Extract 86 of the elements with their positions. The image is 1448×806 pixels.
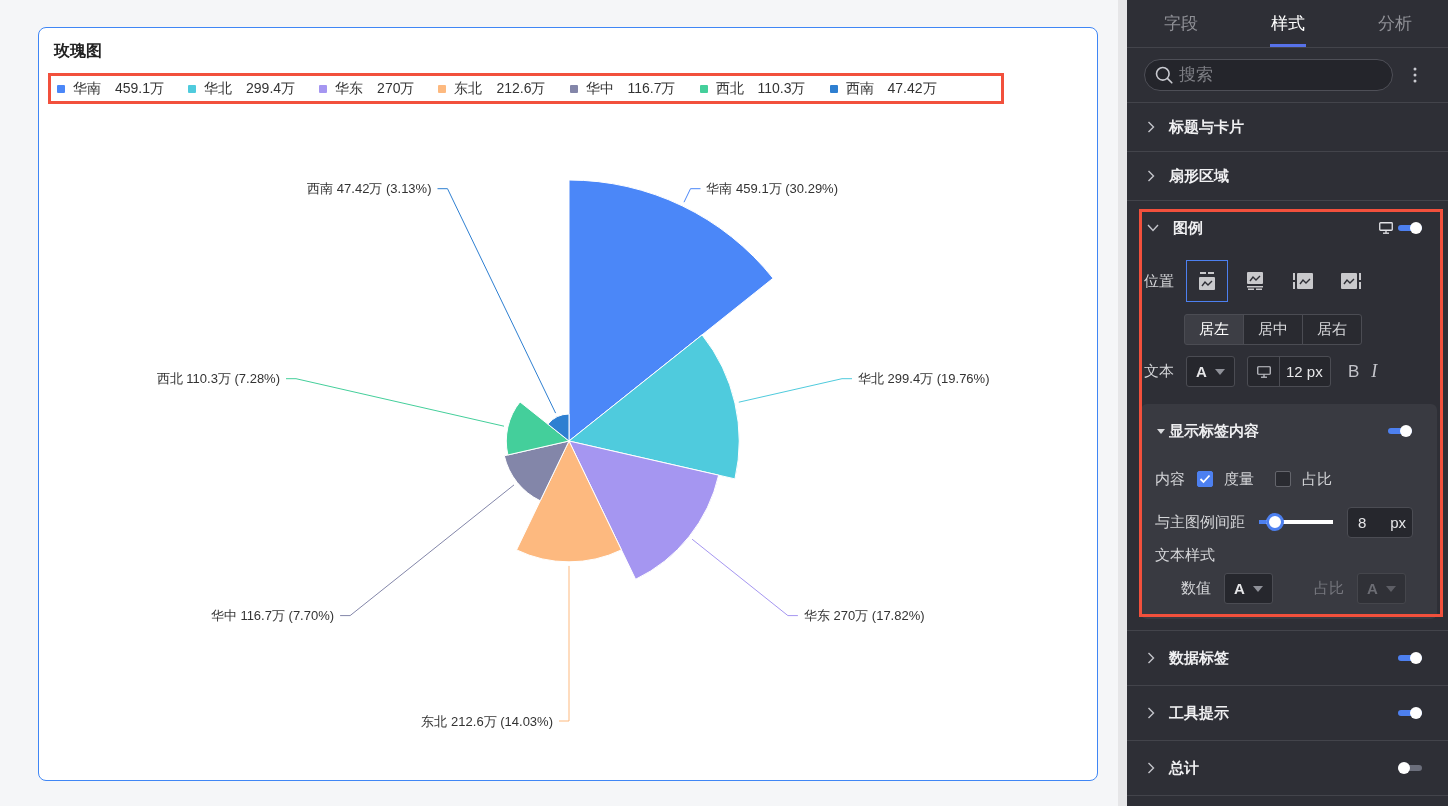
data-label: 华中 116.7万 (7.70%) <box>210 608 335 624</box>
font-size-field[interactable]: 12 px <box>1247 356 1331 387</box>
section-title[interactable]: 总计 <box>1169 758 1199 778</box>
chart-legend-right-icon <box>1341 272 1361 290</box>
legend-top-position-button[interactable] <box>1186 260 1228 302</box>
legend-swatch-icon[interactable] <box>319 84 328 93</box>
panel-tab[interactable]: 字段 <box>1127 0 1234 47</box>
legend-swatch-icon[interactable] <box>829 84 838 93</box>
spacing-input[interactable]: 8 px <box>1347 506 1413 538</box>
caret-icon <box>1385 585 1396 592</box>
chevron-down-icon[interactable] <box>1147 224 1159 232</box>
italic-button[interactable]: I <box>1368 361 1381 382</box>
checkbox-label[interactable]: 度量 <box>1224 469 1254 489</box>
legend-label[interactable]: 华中 <box>585 79 614 98</box>
legend-value: 212.6万 <box>496 79 546 98</box>
caret-icon <box>1214 368 1225 375</box>
data-label: 东北 212.6万 (14.03%) <box>421 713 553 729</box>
legend-value: 270万 <box>377 79 415 98</box>
monitor-icon[interactable] <box>1256 365 1271 378</box>
legend-value: 459.1万 <box>115 79 165 98</box>
legend-value: 116.7万 <box>627 79 676 98</box>
data-label: 华南 459.1万 (30.29%) <box>706 181 838 197</box>
chevron-right-icon[interactable] <box>1147 762 1155 774</box>
content-label: 内容 <box>1155 469 1185 489</box>
more-icon[interactable] <box>1413 67 1417 83</box>
bold-button[interactable]: B <box>1345 361 1363 382</box>
legend-label[interactable]: 华南 <box>73 79 101 98</box>
text-label: 文本 <box>1144 362 1175 381</box>
search-icon <box>1155 66 1173 84</box>
align-option[interactable]: 居中 <box>1243 314 1303 345</box>
checkbox[interactable] <box>1197 471 1213 487</box>
chevron-right-icon[interactable] <box>1147 121 1155 133</box>
chart-legend-left-icon <box>1293 272 1313 290</box>
label-content-toggle[interactable] <box>1388 425 1412 437</box>
monitor-icon[interactable] <box>1379 222 1393 234</box>
data-label: 西南 47.42万 (3.13%) <box>307 181 432 197</box>
align-option[interactable]: 居左 <box>1184 314 1244 345</box>
style-label: 占比 <box>1314 579 1344 598</box>
legend-label[interactable]: 华北 <box>204 79 233 98</box>
legend-label[interactable]: 西南 <box>845 79 874 98</box>
chevron-right-icon[interactable] <box>1147 652 1155 664</box>
chart-legend-bottom-icon <box>1245 272 1265 290</box>
style-label: 数值 <box>1181 579 1211 598</box>
section-toggle[interactable] <box>1398 222 1422 234</box>
position-label: 位置 <box>1144 271 1175 291</box>
section-title[interactable]: 数据标签 <box>1169 648 1229 668</box>
legend-value: 47.42万 <box>887 79 937 98</box>
section-toggle[interactable] <box>1398 707 1422 719</box>
panel-tab[interactable]: 样式 <box>1234 0 1341 47</box>
section-toggle[interactable] <box>1398 652 1422 664</box>
style-color-select[interactable]: A <box>1224 573 1273 604</box>
chart-title: 玫瑰图 <box>54 41 102 61</box>
text-style-label: 文本样式 <box>1155 545 1215 565</box>
legend-label[interactable]: 东北 <box>454 79 483 98</box>
legend-swatch-icon[interactable] <box>699 84 708 93</box>
caret-down-icon[interactable] <box>1157 428 1165 434</box>
legend-value: 299.4万 <box>246 79 296 98</box>
checkbox[interactable] <box>1275 471 1291 487</box>
font-color-select[interactable]: A <box>1186 356 1235 387</box>
panel-tab[interactable]: 分析 <box>1341 0 1448 47</box>
chevron-right-icon[interactable] <box>1147 707 1155 719</box>
chart-legend-top-icon <box>1197 272 1217 290</box>
slider-thumb[interactable] <box>1265 513 1284 531</box>
leader-line <box>683 188 701 203</box>
section-title[interactable]: 标题与卡片 <box>1169 117 1244 137</box>
chevron-right-icon[interactable] <box>1147 170 1155 182</box>
checkbox-label[interactable]: 占比 <box>1302 469 1332 489</box>
section-title[interactable]: 图例 <box>1173 218 1203 238</box>
subsection-title[interactable]: 显示标签内容 <box>1169 421 1384 441</box>
caret-icon <box>1252 585 1263 592</box>
legend-swatch-icon[interactable] <box>569 84 578 93</box>
section-title[interactable]: 扇形区域 <box>1169 166 1229 186</box>
legend-swatch-icon[interactable] <box>438 84 447 93</box>
search-field[interactable]: 搜索 <box>1144 59 1393 91</box>
section-toggle[interactable] <box>1398 762 1422 774</box>
align-option[interactable]: 居右 <box>1302 314 1362 345</box>
data-label: 西北 110.3万 (7.28%) <box>156 371 280 387</box>
legend-swatch-icon[interactable] <box>188 84 197 93</box>
data-label: 华北 299.4万 (19.76%) <box>858 371 990 387</box>
legend-value: 110.3万 <box>757 79 806 98</box>
data-label: 华东 270万 (17.82%) <box>803 608 925 624</box>
spacing-label: 与主图例间距 <box>1155 512 1245 532</box>
section-title[interactable]: 工具提示 <box>1169 703 1229 723</box>
legend-swatch-icon[interactable] <box>57 84 65 93</box>
legend-label[interactable]: 华东 <box>335 79 364 98</box>
legend-label[interactable]: 西北 <box>715 79 744 98</box>
